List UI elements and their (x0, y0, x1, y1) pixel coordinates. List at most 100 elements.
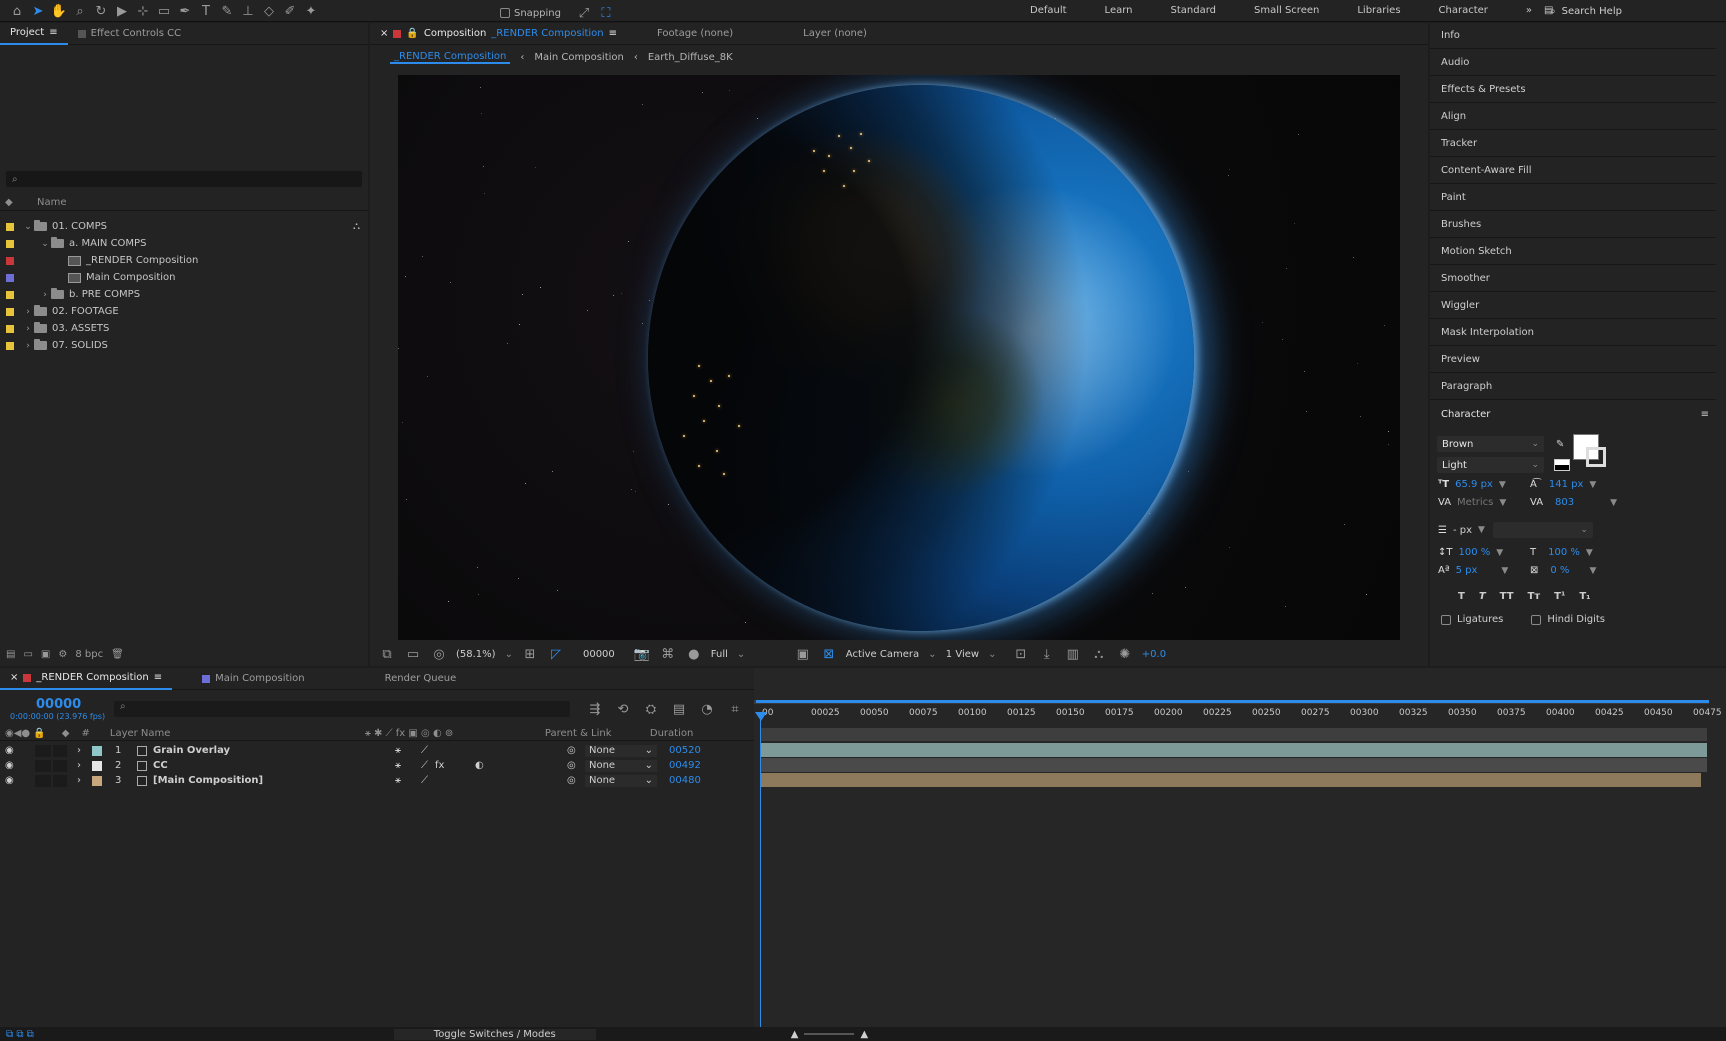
lock-toggle[interactable] (53, 744, 67, 757)
panel-item-align[interactable]: Align (1430, 104, 1716, 130)
frame-blending-icon[interactable]: ▤ (670, 700, 688, 718)
panel-item-brushes[interactable]: Brushes (1430, 212, 1716, 238)
layer-duration[interactable]: 00480 (669, 775, 701, 786)
label-swatch[interactable] (6, 256, 14, 265)
eye-icon[interactable]: ◉ (5, 775, 25, 786)
draft-3d-icon[interactable]: ⟲ (614, 700, 632, 718)
shy-layers-icon[interactable]: ⛭ (642, 700, 660, 718)
snap-features-icon[interactable]: ⛶ (597, 4, 615, 22)
current-timecode[interactable]: 00000 (583, 649, 615, 660)
mask-visibility-icon[interactable]: ◸ (547, 645, 565, 663)
resolution-dropdown[interactable]: Full (711, 649, 786, 660)
solo-toggle[interactable] (35, 774, 51, 787)
label-swatch[interactable] (6, 290, 14, 299)
pan-behind-tool-icon[interactable]: ⊹ (134, 2, 152, 20)
panel-item-info[interactable]: Info (1430, 23, 1716, 49)
panel-menu-icon[interactable]: ≡ (1701, 409, 1709, 420)
lock-icon[interactable]: 🔒 (406, 28, 418, 39)
chevron-right-icon[interactable]: › (22, 341, 34, 351)
chevron-down-icon[interactable]: ▼ (1610, 498, 1617, 508)
pick-whip-icon[interactable]: ◎ (567, 775, 581, 786)
motion-blur-icon[interactable]: ◔ (698, 700, 716, 718)
column-duration[interactable]: Duration (650, 728, 693, 739)
layer-label-swatch[interactable] (92, 760, 102, 771)
project-item[interactable]: › b. PRE COMPS (0, 286, 368, 303)
label-swatch[interactable] (6, 239, 14, 248)
chevron-down-icon[interactable]: ▼ (1589, 480, 1596, 490)
panel-item-tracker[interactable]: Tracker (1430, 131, 1716, 157)
baseline-shift-value[interactable]: 5 px (1456, 565, 1478, 576)
workspace-small-screen[interactable]: Small Screen (1254, 5, 1319, 16)
chevron-right-icon[interactable]: › (39, 290, 51, 300)
parent-dropdown[interactable]: None ⌄ (585, 759, 657, 772)
zoom-dropdown[interactable]: (58.1%) (456, 649, 513, 660)
view-layout-dropdown[interactable]: 1 View (946, 649, 1004, 660)
chevron-down-icon[interactable]: ⌄ (39, 239, 51, 249)
chevron-down-icon[interactable]: ▼ (1478, 525, 1485, 535)
column-layer-name[interactable]: Layer Name (110, 728, 365, 739)
chevron-right-icon[interactable]: › (22, 307, 34, 317)
eraser-tool-icon[interactable]: ◇ (260, 2, 278, 20)
quality-switch-icon[interactable]: ⟋ (421, 760, 435, 771)
zoom-slider[interactable] (804, 1033, 855, 1035)
chevron-down-icon[interactable]: ▼ (1496, 548, 1503, 558)
rotate-tool-icon[interactable]: ↻ (92, 2, 110, 20)
fast-previews-icon[interactable]: ⤓ (1038, 645, 1056, 663)
column-parent[interactable]: Parent & Link (545, 728, 650, 739)
new-comp-icon[interactable]: ▣ (41, 649, 50, 660)
project-item[interactable]: › 03. ASSETS (0, 320, 368, 337)
panel-item-effects-presets[interactable]: Effects & Presets (1430, 77, 1716, 103)
reset-exposure-icon[interactable]: ✺ (1116, 645, 1134, 663)
leading-value[interactable]: 141 px (1549, 479, 1584, 490)
eye-icon[interactable]: ◉ (5, 760, 25, 771)
layer-duration[interactable]: 00520 (669, 745, 701, 756)
panel-item-motion-sketch[interactable]: Motion Sketch (1430, 239, 1716, 265)
composition-mini-flowchart-icon[interactable]: ⇶ (586, 700, 604, 718)
home-icon[interactable]: ⌂ (8, 2, 26, 20)
hindi-digits-checkbox[interactable] (1531, 614, 1542, 625)
layer-duration-bar[interactable] (760, 743, 1707, 757)
adjustment-switch[interactable]: ◐ (475, 760, 525, 771)
kerning-value[interactable]: Metrics (1457, 497, 1493, 508)
quality-switch-icon[interactable]: ⟋ (421, 745, 435, 756)
project-item[interactable]: ⌄ 01. COMPS ⛬ (0, 218, 368, 235)
color-channels-icon[interactable]: ● (685, 645, 703, 663)
show-snapshot-icon[interactable]: ⌘ (659, 645, 677, 663)
time-ruler[interactable]: 00 00025 00050 00075 00100 00125 00150 00175 002… (754, 706, 1722, 726)
layer-label-swatch[interactable] (92, 745, 102, 756)
label-column-icon[interactable]: ◆ (62, 728, 70, 739)
workspace-overflow-icon[interactable]: » (1526, 5, 1532, 16)
exposure-value[interactable]: +0.0 (1142, 649, 1166, 660)
puppet-pin-tool-icon[interactable]: ✦ (302, 2, 320, 20)
hand-tool-icon[interactable]: ✋ (50, 2, 68, 20)
effect-switch[interactable]: fx (435, 760, 475, 771)
faux-bold-button[interactable]: T (1458, 591, 1465, 602)
panel-item-wiggler[interactable]: Wiggler (1430, 293, 1716, 319)
vr-icon[interactable]: ◎ (430, 645, 448, 663)
panel-item-audio[interactable]: Audio (1430, 50, 1716, 76)
close-icon[interactable]: × (380, 28, 388, 39)
workspace-default[interactable]: Default (1030, 5, 1067, 16)
search-help[interactable]: ⌕ Search Help (1550, 2, 1720, 20)
tab-effect-controls[interactable]: Effect Controls CC (68, 23, 191, 45)
panel-item-paint[interactable]: Paint (1430, 185, 1716, 211)
layer-name[interactable]: [Main Composition] (153, 775, 395, 786)
twirl-chevron-icon[interactable]: › (77, 775, 87, 786)
snapshot-icon[interactable]: 📷 (633, 645, 651, 663)
snapping-checkbox[interactable] (500, 8, 510, 18)
breadcrumb-item-render[interactable]: _RENDER Composition (390, 51, 511, 64)
chevron-down-icon[interactable]: ⌄ (22, 222, 34, 232)
stroke-color-swatch[interactable] (1586, 447, 1606, 467)
safe-zones-icon[interactable]: ⊞ (521, 645, 539, 663)
panel-item-preview[interactable]: Preview (1430, 347, 1716, 373)
bpc-label[interactable]: 8 bpc (75, 649, 103, 660)
superscript-button[interactable]: T¹ (1554, 591, 1565, 602)
current-time-display[interactable]: 00000 (36, 697, 81, 712)
label-column-icon[interactable]: ◆ (0, 197, 26, 208)
pixel-aspect-icon[interactable]: ⊡ (1012, 645, 1030, 663)
tsume-value[interactable]: 0 % (1550, 565, 1569, 576)
rectangle-tool-icon[interactable]: ▭ (155, 2, 173, 20)
chevron-down-icon[interactable]: ▼ (1589, 566, 1596, 576)
tab-project[interactable]: Project ≡ (0, 23, 68, 45)
shy-switch-icon[interactable]: ⚹ (395, 760, 421, 771)
